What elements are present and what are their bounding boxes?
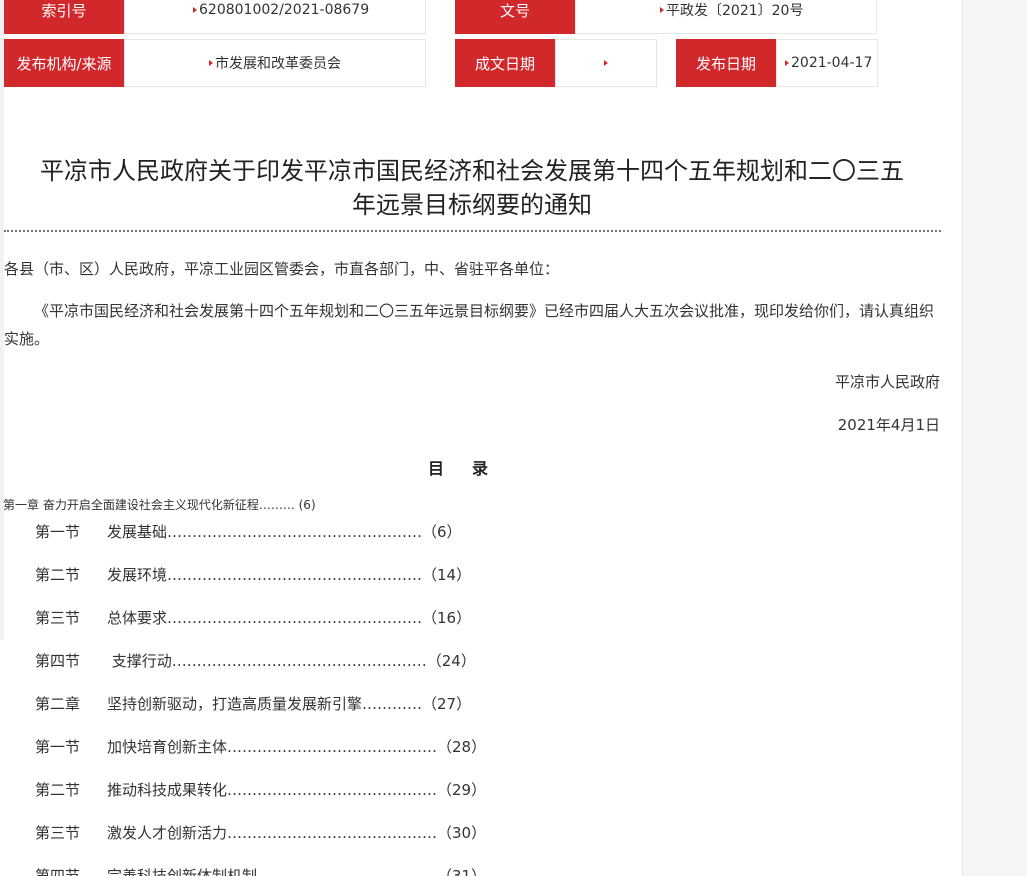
toc-row[interactable]: 第三节 激发人才创新活力……………………………………（30） xyxy=(35,822,486,843)
page-title: 平凉市人民政府关于印发平凉市国民经济和社会发展第十四个五年规划和二〇三五 年远景… xyxy=(0,154,944,222)
doc-no-value: 平政发〔2021〕20号 xyxy=(656,0,803,20)
publish-date-label: 发布日期 xyxy=(676,39,776,87)
toc-row[interactable]: 第二节 推动科技成果转化……………………………………（29） xyxy=(35,779,486,800)
toc-row-number: 第二节 xyxy=(35,566,81,584)
toc-row-number: 第四节 xyxy=(35,652,81,670)
toc-row-number: 第四节 xyxy=(35,867,81,876)
toc-row-text: 发展基础……………………………………………（6） xyxy=(107,523,462,541)
issuer-value: 市发展和改革委员会 xyxy=(205,53,341,73)
document-date: 2021年4月1日 xyxy=(837,416,940,434)
toc-row-text: 总体要求……………………………………………（16） xyxy=(107,609,472,627)
toc-row-number: 第一节 xyxy=(35,523,81,541)
body-paragraph: 《平凉市国民经济和社会发展第十四个五年规划和二〇三五年远景目标纲要》已经市四届人… xyxy=(4,302,935,348)
signature: 平凉市人民政府 xyxy=(834,373,940,391)
right-gutter xyxy=(962,0,1027,876)
toc-row[interactable]: 第四节 完善科技创新体制机制………………………………（31） xyxy=(35,865,486,876)
title-line-2: 年远景目标纲要的通知 xyxy=(352,191,592,219)
toc-row-text: 激发人才创新活力……………………………………（30） xyxy=(107,824,487,842)
toc-row-text: 发展环境……………………………………………（14） xyxy=(107,566,472,584)
toc-row[interactable]: 第二章 坚持创新驱动，打造高质量发展新引擎…………（27） xyxy=(35,693,471,714)
doc-no-value-cell: 平政发〔2021〕20号 xyxy=(575,0,877,34)
title-line-1: 平凉市人民政府关于印发平凉市国民经济和社会发展第十四个五年规划和二〇三五 xyxy=(40,157,904,185)
document-page: 索引号 620801002/2021-08679 文号 平政发〔2021〕20号… xyxy=(0,0,1027,876)
written-date-label: 成文日期 xyxy=(455,39,555,87)
toc-heading: 目录 xyxy=(427,459,516,478)
title-divider xyxy=(4,230,941,232)
toc-row[interactable]: 第二节 发展环境……………………………………………（14） xyxy=(35,564,471,585)
toc-row[interactable]: 第一节 加快培育创新主体……………………………………（28） xyxy=(35,736,486,757)
written-date-value xyxy=(601,58,611,68)
issuer-label: 发布机构/来源 xyxy=(4,39,124,87)
toc-row-number: 第二章 xyxy=(35,695,81,713)
toc-row-text: 推动科技成果转化……………………………………（29） xyxy=(107,781,487,799)
toc-row[interactable]: 第四节 支撑行动……………………………………………（24） xyxy=(35,650,476,671)
toc-row-number: 第一节 xyxy=(35,738,81,756)
toc-row-text: 坚持创新驱动，打造高质量发展新引擎…………（27） xyxy=(107,695,472,713)
doc-no-label: 文号 xyxy=(455,0,575,34)
toc-row[interactable]: 第三节 总体要求……………………………………………（16） xyxy=(35,607,471,628)
index-label: 索引号 xyxy=(4,0,124,34)
toc-row-text: 支撑行动……………………………………………（24） xyxy=(107,652,476,670)
written-date-value-cell xyxy=(555,39,657,87)
toc-row[interactable]: 第一节 发展基础……………………………………………（6） xyxy=(35,521,462,542)
index-value: 620801002/2021-08679 xyxy=(189,2,369,18)
publish-date-value: 2021-04-17 xyxy=(781,55,872,71)
issuer-value-cell: 市发展和改革委员会 xyxy=(124,39,426,87)
toc-row-number: 第三节 xyxy=(35,824,81,842)
index-value-cell: 620801002/2021-08679 xyxy=(124,0,426,34)
toc-row-number: 第二节 xyxy=(35,781,81,799)
publish-date-value-cell: 2021-04-17 xyxy=(776,39,878,87)
toc-chapter-1[interactable]: 第一章 奋力开启全面建设社会主义现代化新征程……… (6) xyxy=(3,496,316,513)
salutation: 各县（市、区）人民政府，平凉工业园区管委会，市直各部门，中、省驻平各单位： xyxy=(4,260,560,278)
toc-row-number: 第三节 xyxy=(35,609,81,627)
toc-row-text: 完善科技创新体制机制………………………………（31） xyxy=(107,867,487,876)
toc-row-text: 加快培育创新主体……………………………………（28） xyxy=(107,738,487,756)
